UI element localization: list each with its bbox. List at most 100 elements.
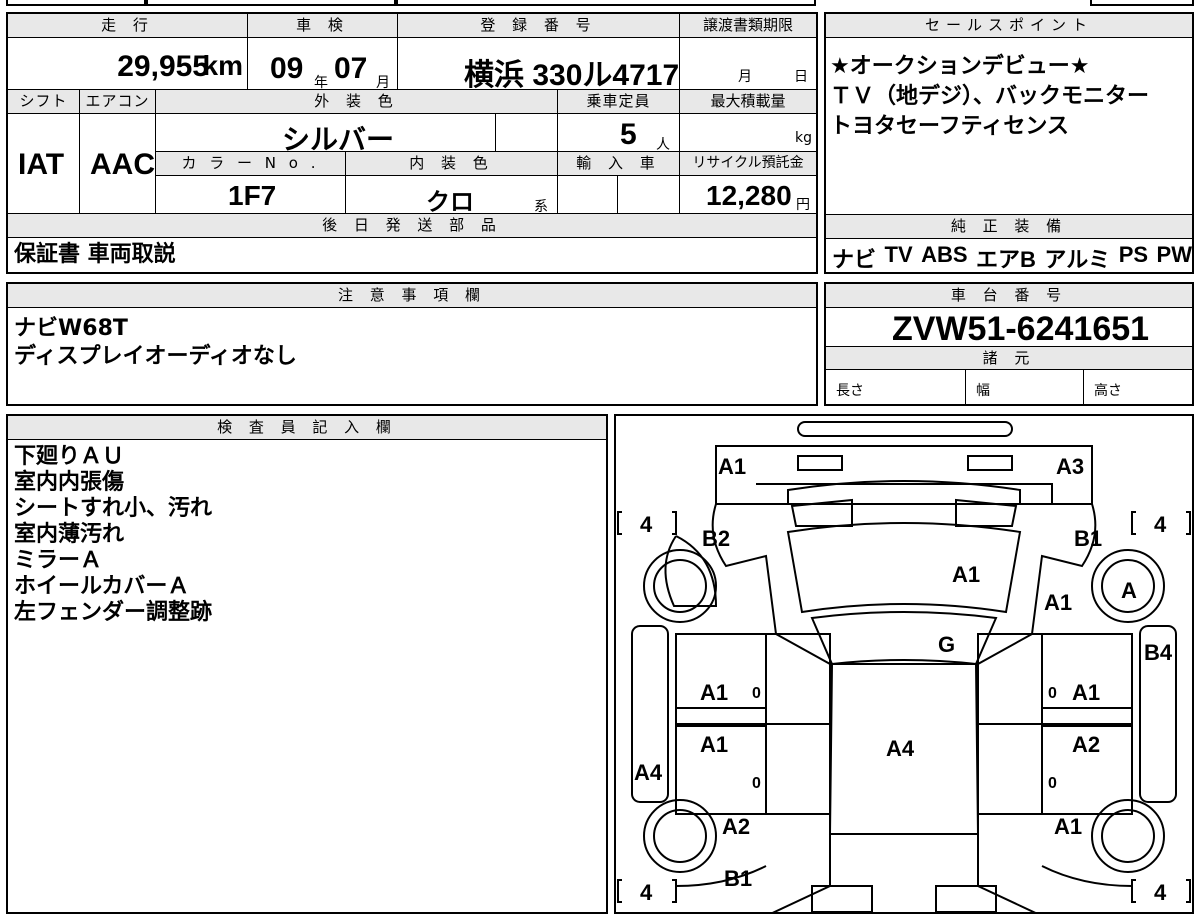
transfer-deadline-cell: 月 日	[680, 38, 816, 90]
color-no-value: 1F7	[228, 180, 277, 211]
mark-left-front-door: A1	[700, 680, 728, 705]
mark-windshield: G	[938, 632, 955, 657]
import-cell-b	[618, 176, 680, 214]
shaken-year-unit: 年	[314, 75, 328, 91]
sales-point-1: ★オークションデビュー★	[830, 54, 1090, 79]
right-front-window	[977, 633, 1043, 725]
registration-label: 登 録 番 号	[398, 14, 680, 38]
door-zero: 0	[1048, 685, 1057, 702]
interior-color-value: クロ	[426, 189, 474, 216]
capacity-label: 乗車定員	[558, 90, 680, 114]
shaken-cell: 09 年 07 月	[248, 38, 398, 91]
mark-front-left: A1	[718, 454, 746, 479]
headlight-right	[967, 455, 1013, 471]
max-load-cell: kg	[680, 114, 816, 152]
chassis-box: 車 台 番 号 ZVW51-6241651 諸 元 長さ 幅 高さ	[824, 282, 1194, 406]
left-front-door	[675, 633, 767, 725]
inspector-line-7: 左フェンダー調整跡	[14, 600, 213, 625]
mileage-unit: km	[202, 50, 243, 81]
import-cell-a	[558, 176, 618, 214]
mark-left-front-fender: B2	[702, 526, 730, 551]
later-parts-label: 後 日 発 送 部 品	[8, 214, 816, 238]
mark-left-rocker: A4	[634, 760, 663, 785]
inspector-line-4: 室内薄汚れ	[14, 522, 125, 547]
windshield	[810, 611, 998, 666]
shaken-label: 車 検	[248, 14, 398, 38]
inspector-label: 検 査 員 記 入 欄	[8, 416, 606, 440]
equip-abs: ABS	[921, 242, 968, 267]
equip-airbag: エアB	[976, 247, 1036, 272]
front-panel	[715, 445, 1093, 505]
chassis-label: 車 台 番 号	[826, 284, 1192, 308]
sales-points-box: セールスポイント ★オークションデビュー★ ＴＶ（地デジ）、バックモニター トヨ…	[824, 12, 1194, 274]
mileage-label: 走 行	[8, 14, 248, 38]
spec-width-label: 幅	[976, 383, 990, 399]
sales-point-3: トヨタセーフティセンス	[830, 114, 1069, 139]
exterior-color-cell: シルバー	[156, 114, 496, 155]
door-zero: 0	[1048, 775, 1057, 792]
capacity-value: 5	[620, 118, 637, 151]
mark-right-rear-door: A2	[1072, 732, 1100, 757]
mark-right-rear-fender: A1	[1054, 814, 1082, 839]
mileage-value: 29,955	[117, 50, 209, 83]
interior-color-cell: クロ 系	[346, 176, 558, 216]
door-zero: 0	[752, 685, 761, 702]
chassis-value: ZVW51-6241651	[892, 310, 1150, 348]
max-load-unit: kg	[795, 130, 812, 146]
shift-value: IAT	[18, 148, 65, 181]
left-rear-rim	[653, 809, 707, 863]
notes-label: 注 意 事 項 欄	[8, 284, 816, 308]
inspector-notes-box: 検 査 員 記 入 欄 下廻りＡＵ 室内内張傷 シートすれ小、汚れ 室内薄汚れ …	[6, 414, 608, 914]
inspector-line-1: 下廻りＡＵ	[14, 444, 125, 469]
mileage-cell: 29,955 km	[8, 38, 248, 90]
mark-right-fender-lower: A1	[1044, 590, 1072, 615]
equip-pw: PW	[1156, 242, 1192, 267]
hood	[786, 522, 1022, 614]
exterior-color-label: 外 装 色	[156, 90, 558, 114]
top-fragment	[146, 0, 396, 6]
equip-tv: TV	[884, 242, 913, 267]
specs-label: 諸 元	[826, 346, 1192, 370]
headlight-left	[797, 455, 843, 471]
spec-width-cell: 幅	[966, 370, 1084, 404]
tread-fl: 4	[640, 512, 653, 537]
exterior-color-extra	[496, 114, 558, 152]
transfer-day-unit: 日	[794, 69, 808, 85]
inspector-line-2: 室内内張傷	[14, 470, 125, 495]
top-fragment	[6, 0, 146, 6]
genuine-equipment-list: ナビ TV ABS エアB アルミ PS PW	[832, 242, 1192, 274]
inspector-line-5: ミラーＡ	[14, 548, 103, 573]
mark-right-front-door: A1	[1072, 680, 1100, 705]
transfer-deadline-label: 譲渡書類期限	[680, 14, 816, 38]
door-zero: 0	[752, 775, 761, 792]
spec-height-label: 高さ	[1094, 383, 1122, 399]
recycle-fee-unit: 円	[796, 197, 810, 213]
note-line-2: ディスプレイオーディオなし	[14, 344, 297, 369]
equip-alloy: アルミ	[1044, 247, 1111, 272]
sales-point-2: ＴＶ（地デジ）、バックモニター	[830, 84, 1150, 109]
transfer-month-unit: 月	[738, 69, 752, 85]
shaken-month: 07	[334, 52, 368, 85]
mark-right-rocker: B4	[1144, 640, 1173, 665]
right-front-door	[1041, 633, 1133, 725]
color-no-label: カ ラ ー N o .	[156, 152, 346, 176]
inspector-line-6: ホイールカバーＡ	[14, 574, 190, 599]
shaken-year: 09	[270, 52, 304, 85]
aircon-value: AAC	[90, 148, 155, 181]
recycle-fee-value: 12,280	[706, 180, 792, 211]
genuine-equipment-label: 純 正 装 備	[826, 215, 1192, 239]
color-no-cell: 1F7	[156, 176, 346, 214]
spec-height-cell: 高さ	[1084, 370, 1192, 404]
right-rear-rim	[1101, 809, 1155, 863]
capacity-unit: 人	[656, 137, 670, 153]
left-front-window	[765, 633, 831, 725]
top-fragment	[396, 0, 816, 6]
vehicle-info-table: 走 行 車 検 登 録 番 号 譲渡書類期限 29,955 km 09 年 07…	[6, 12, 818, 274]
tread-rl: 4	[640, 880, 653, 905]
mark-front-right: A3	[1056, 454, 1084, 479]
spec-length-cell: 長さ	[826, 370, 966, 404]
aircon-label: エアコン	[80, 90, 156, 114]
sales-points-label: セールスポイント	[826, 14, 1192, 38]
damage-diagram-box: A1 A3 B2 B1 A1 A1 A G B4 A1 A1 A1 A2 A4 …	[614, 414, 1194, 914]
right-rear-window	[977, 723, 1043, 815]
